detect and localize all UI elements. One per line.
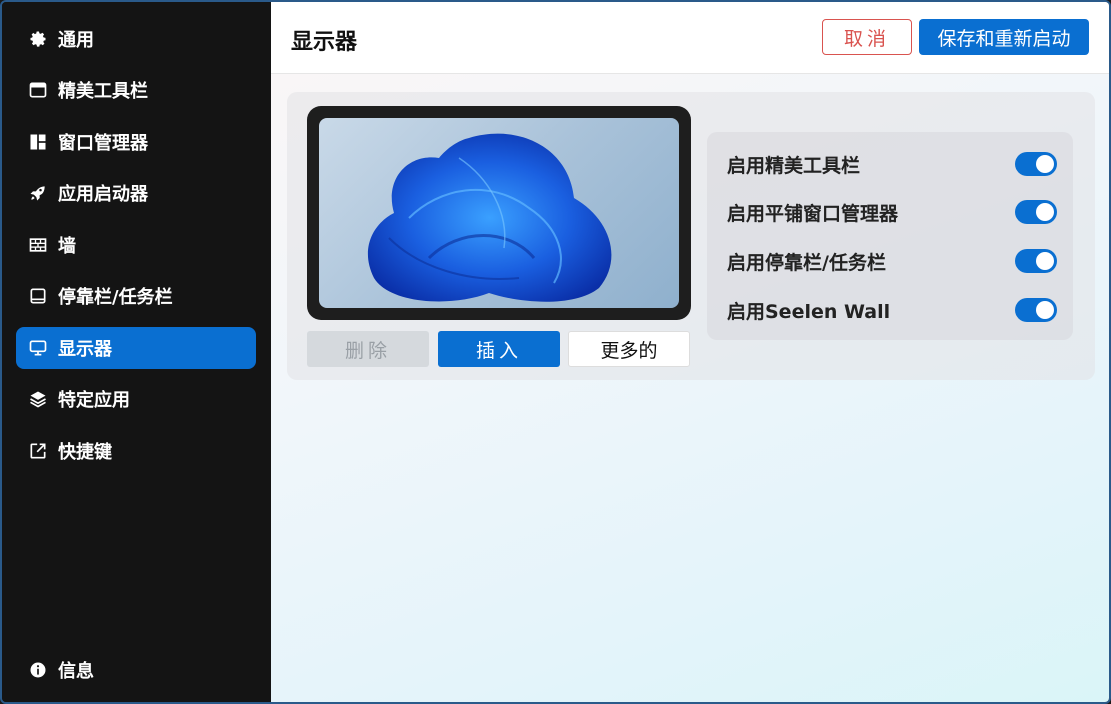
toggle-label: 启用停靠栏/任务栏: [727, 251, 886, 274]
tiles-icon: [28, 132, 48, 152]
sidebar-item-wall[interactable]: 墙: [16, 224, 256, 266]
sidebar-item-label: 窗口管理器: [58, 133, 148, 154]
layers-icon: [28, 389, 48, 409]
external-link-icon: [28, 441, 48, 461]
sidebar-item-label: 特定应用: [58, 390, 130, 411]
sidebar-item-info[interactable]: 信息: [16, 649, 256, 691]
brick-wall-icon: [28, 235, 48, 255]
sidebar-item-label: 应用启动器: [58, 184, 148, 205]
seelen-wall-toggle[interactable]: [1015, 298, 1057, 322]
sidebar-item-label: 精美工具栏: [58, 81, 148, 102]
save-and-restart-button[interactable]: 保存和重新启动: [919, 19, 1089, 55]
sidebar-item-app-launcher[interactable]: 应用启动器: [16, 172, 256, 214]
sidebar-item-label: 信息: [58, 661, 94, 682]
sidebar-item-general[interactable]: 通用: [16, 18, 256, 60]
sidebar-item-label: 通用: [58, 30, 94, 51]
app-window: 通用 精美工具栏 窗口管理器 应用启动器 墙 停靠栏/任务栏 显示器 特定应用 …: [0, 0, 1111, 704]
info-icon: [28, 660, 48, 680]
gear-icon: [28, 29, 48, 49]
monitor-panel: 删除 插入 更多的 启用精美工具栏 启用平铺窗口管理器 启用停靠栏/任务栏 启用…: [287, 92, 1095, 380]
sidebar-item-label: 停靠栏/任务栏: [58, 287, 173, 308]
toggle-label: 启用Seelen Wall: [727, 300, 891, 323]
feature-toggles: 启用精美工具栏 启用平铺窗口管理器 启用停靠栏/任务栏 启用Seelen Wal…: [707, 132, 1073, 340]
main-content: 显示器 取消 保存和重新启动 删除 插入 更多的 启用精美工具栏 启用平铺窗口管…: [271, 2, 1109, 702]
toggle-row-window-manager: 启用平铺窗口管理器: [727, 197, 1057, 227]
wallpaper-preview: [319, 118, 679, 308]
monitor-icon: [28, 338, 48, 358]
delete-button[interactable]: 删除: [307, 331, 429, 367]
toggle-row-seelen-wall: 启用Seelen Wall: [727, 295, 1057, 325]
monitor-preview[interactable]: [307, 106, 691, 320]
sidebar: 通用 精美工具栏 窗口管理器 应用启动器 墙 停靠栏/任务栏 显示器 特定应用 …: [2, 2, 271, 702]
window-bar-icon: [28, 80, 48, 100]
sidebar-item-label: 墙: [58, 236, 76, 257]
sidebar-item-fancy-toolbar[interactable]: 精美工具栏: [16, 69, 256, 111]
fancy-toolbar-toggle[interactable]: [1015, 152, 1057, 176]
window-manager-toggle[interactable]: [1015, 200, 1057, 224]
dock-icon: [28, 286, 48, 306]
header: 显示器 取消 保存和重新启动: [271, 2, 1109, 74]
sidebar-item-window-manager[interactable]: 窗口管理器: [16, 121, 256, 163]
sidebar-item-label: 显示器: [58, 339, 112, 360]
more-button[interactable]: 更多的: [568, 331, 690, 367]
toggle-row-dock: 启用停靠栏/任务栏: [727, 246, 1057, 276]
dock-toggle[interactable]: [1015, 249, 1057, 273]
sidebar-item-label: 快捷键: [58, 442, 112, 463]
sidebar-item-monitors[interactable]: 显示器: [16, 327, 256, 369]
sidebar-item-specific-apps[interactable]: 特定应用: [16, 378, 256, 420]
insert-button[interactable]: 插入: [438, 331, 560, 367]
page-title: 显示器: [291, 30, 358, 55]
rocket-icon: [28, 183, 48, 203]
sidebar-item-shortcuts[interactable]: 快捷键: [16, 430, 256, 472]
toggle-label: 启用平铺窗口管理器: [727, 202, 899, 225]
cancel-button[interactable]: 取消: [822, 19, 912, 55]
sidebar-item-dock[interactable]: 停靠栏/任务栏: [16, 275, 256, 317]
toggle-row-fancy-toolbar: 启用精美工具栏: [727, 149, 1057, 179]
toggle-label: 启用精美工具栏: [727, 154, 861, 177]
